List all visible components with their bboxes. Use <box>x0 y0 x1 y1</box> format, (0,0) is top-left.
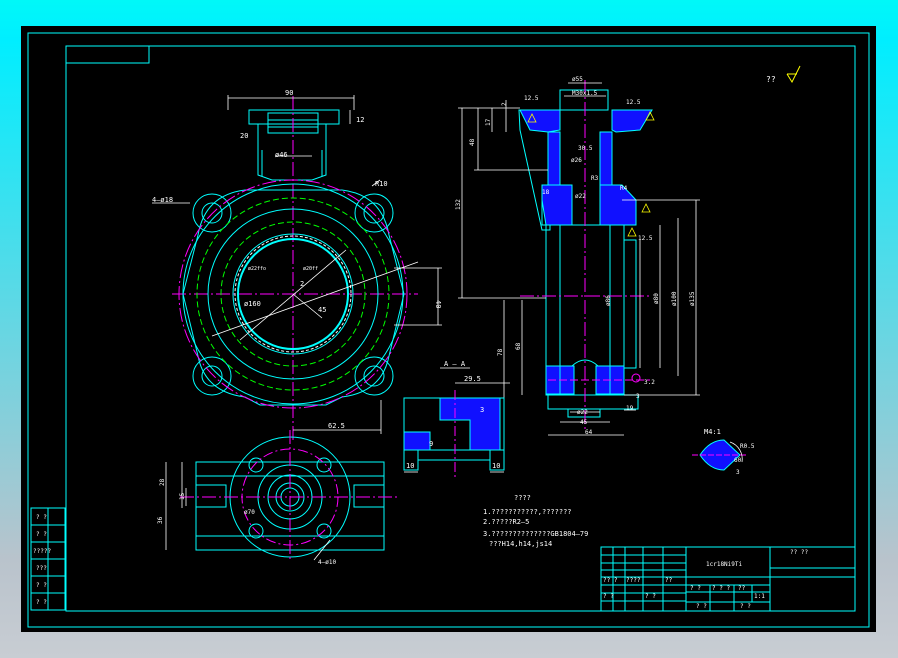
sec-9: 9 <box>429 440 433 448</box>
side-30-5: 30.5 <box>578 145 593 152</box>
side-19: 19 <box>626 405 634 412</box>
detail-60: 60 <box>734 457 742 464</box>
side-18: 18 <box>542 189 550 196</box>
title-cell: ? ? <box>645 593 656 600</box>
bot-d70: ø70 <box>244 509 255 516</box>
bore-label-b: ø20ff <box>303 266 318 272</box>
dim-r20: 20 <box>240 132 248 140</box>
side-table-cell: ? ? <box>36 531 47 538</box>
bot-36: 36 <box>157 516 164 524</box>
side-r4: R4 <box>620 185 628 192</box>
detail-scale: M4:1 <box>704 428 721 436</box>
side-d22: ø22 <box>575 193 586 200</box>
side-12-5a: 12.5 <box>524 95 539 102</box>
side-table-cell: ? ? <box>36 582 47 589</box>
side-h132: 132 <box>455 199 462 210</box>
sec-label: A — A <box>444 360 466 368</box>
detail-r0-5: R0.5 <box>740 443 755 450</box>
dim-r10: R10 <box>375 180 388 188</box>
side-thread: M30x1.5 <box>572 90 598 97</box>
title-cell: ?? <box>738 585 746 592</box>
title-right-label: ?? ?? <box>790 549 808 556</box>
notes-line2: 2.?????R2–5 <box>483 518 529 526</box>
title-cell: ? ? <box>690 585 701 592</box>
title-cell: ? ? <box>740 603 751 610</box>
cad-drawing: ? ? ? ? ????? ??? ? ? ? ? 90 12 20 ø46 R… <box>21 26 876 632</box>
dim-4d18: 4–ø18 <box>152 196 173 204</box>
side-d55: ø55 <box>572 76 583 83</box>
dim-d46: ø46 <box>275 151 288 159</box>
side-d22b: ø22 <box>577 409 588 416</box>
dim-h40: 40 <box>434 300 442 308</box>
side-64: 64 <box>585 429 593 436</box>
side-12-5c: 12.5 <box>638 235 653 242</box>
bot-15: 15 <box>179 492 186 500</box>
notes-line1: 1.???????????,??????? <box>483 508 572 516</box>
side-d80: ø80 <box>653 293 660 304</box>
side-d86: ø86 <box>605 295 612 306</box>
side-table-cell: ? ? <box>36 599 47 606</box>
side-3: 3 <box>636 393 640 400</box>
side-h48: 48 <box>469 138 476 146</box>
notes-title: ???? <box>514 494 531 502</box>
side-45: 45 <box>580 419 588 426</box>
dim-angle45: 45 <box>318 306 326 314</box>
title-cell: ???? <box>626 577 641 584</box>
drawing-canvas <box>21 26 876 632</box>
detail-3: 3 <box>736 469 740 476</box>
dim-top-width: 90 <box>285 89 293 97</box>
side-table-cell: ????? <box>33 548 51 555</box>
sec-10a: 10 <box>406 462 414 470</box>
title-cell: ? ? ? <box>712 585 730 592</box>
sec-3: 3 <box>480 406 484 414</box>
title-material: 1cr18Ni9Ti <box>706 561 743 568</box>
side-h17: 17 <box>485 118 492 126</box>
side-78: 78 <box>497 348 504 356</box>
title-cell: 1:1 <box>754 593 765 600</box>
side-12-5b: 12.5 <box>626 99 641 106</box>
bot-4d10: 4–ø10 <box>318 559 336 566</box>
sec-29-5: 29.5 <box>464 375 481 383</box>
sec-10b: 10 <box>492 462 500 470</box>
side-r3: R3 <box>591 175 599 182</box>
title-cell: ?? <box>665 577 673 584</box>
side-3-2: 3.2 <box>644 379 655 386</box>
side-d26: ø26 <box>571 157 582 164</box>
dim-two: 2 <box>300 280 304 288</box>
title-cell: ?? ? <box>603 577 618 584</box>
title-cell: ? ? <box>603 593 614 600</box>
notes-line3: 3.??????????????GB1804–79 <box>483 530 588 538</box>
dim-top-height: 12 <box>356 116 364 124</box>
dim-w62-5: 62.5 <box>328 422 345 430</box>
side-d135: ø135 <box>689 291 696 306</box>
side-table-cell: ??? <box>36 565 47 572</box>
side-d100: ø100 <box>671 291 678 306</box>
side-h2: 2 <box>501 102 508 106</box>
corner-mark: ?? <box>766 75 776 84</box>
bore-label-a: ø22ffo <box>248 266 266 272</box>
title-cell: ? ? <box>696 603 707 610</box>
side-table-cell: ? ? <box>36 514 47 521</box>
side-68: 68 <box>515 342 522 350</box>
notes-line4: ???H14,h14,js14 <box>489 540 552 548</box>
dim-d160: ø160 <box>244 300 261 308</box>
bot-28: 28 <box>159 478 166 486</box>
